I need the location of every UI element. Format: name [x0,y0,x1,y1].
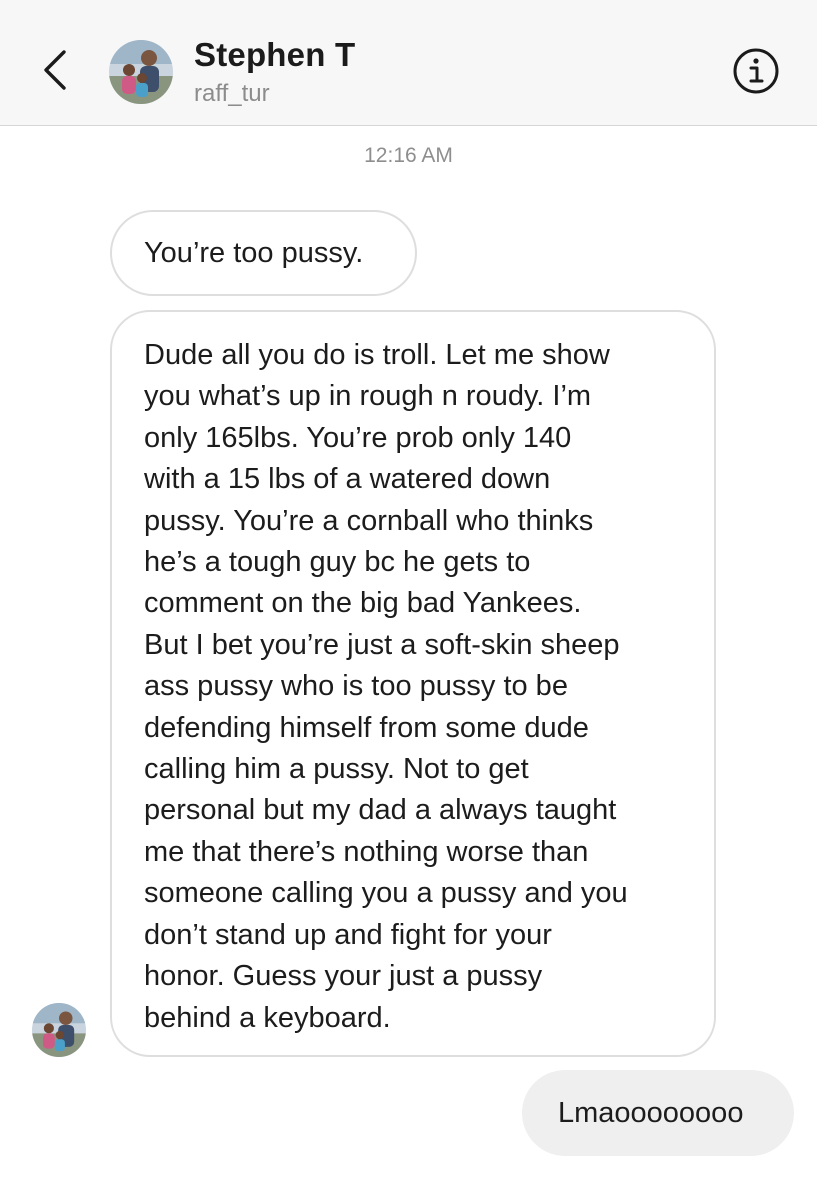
message-text-line: only 165lbs. You’re prob only 140 [144,421,572,454]
message-text-line: Dude all you do is troll. Let me show [144,339,610,371]
back-button[interactable] [34,44,78,96]
message-text-line: he’s a tough guy bc he gets to [144,546,531,579]
chat-header: Stephen T raff_tur [0,0,817,126]
outgoing-message-bubble[interactable]: Lmaoooooooo [522,1070,794,1156]
message-text-line: don’t stand up and fight for your [144,918,552,951]
message-text-line: me that there’s nothing worse than [144,835,589,868]
info-icon [733,48,779,94]
info-button[interactable] [731,46,781,96]
message-text-line: comment on the big bad Yankees. [144,587,582,620]
incoming-message-bubble[interactable]: You’re too pussy. [110,210,417,296]
chevron-left-icon [44,50,66,90]
message-text-line: honor. Guess your just a pussy [144,960,543,993]
message-text-line: defending himself from some dude [144,711,589,744]
message-timestamp: 12:16 AM [364,144,453,167]
message-text-line: But I bet you’re just a soft-skin sheep [144,628,620,661]
message-text-line: ass pussy who is too pussy to be [144,670,568,703]
contact-avatar[interactable] [109,40,173,104]
message-text-line: personal but my dad a always taught [144,794,617,827]
message-text-line: calling him a pussy. Not to get [144,753,529,786]
message-text: Lmaoooooooo [558,1097,744,1129]
message-text-line: behind a keyboard. [144,1001,391,1034]
message-text: You’re too pussy. [144,237,364,269]
contact-username[interactable]: raff_tur [194,80,270,108]
avatar-photo [109,40,173,104]
incoming-message-bubble[interactable]: Dude all you do is troll. Let me show yo… [110,310,716,1057]
message-text-line: with a 15 lbs of a watered down [144,463,551,496]
sender-avatar[interactable] [32,1003,86,1057]
avatar-photo [32,1003,86,1057]
message-text-line: you what’s up in rough n roudy. I’m [144,380,592,413]
message-text-line: pussy. You’re a cornball who thinks [144,504,594,537]
message-text-line: someone calling you a pussy and you [144,877,628,910]
contact-name[interactable]: Stephen T [194,36,355,74]
